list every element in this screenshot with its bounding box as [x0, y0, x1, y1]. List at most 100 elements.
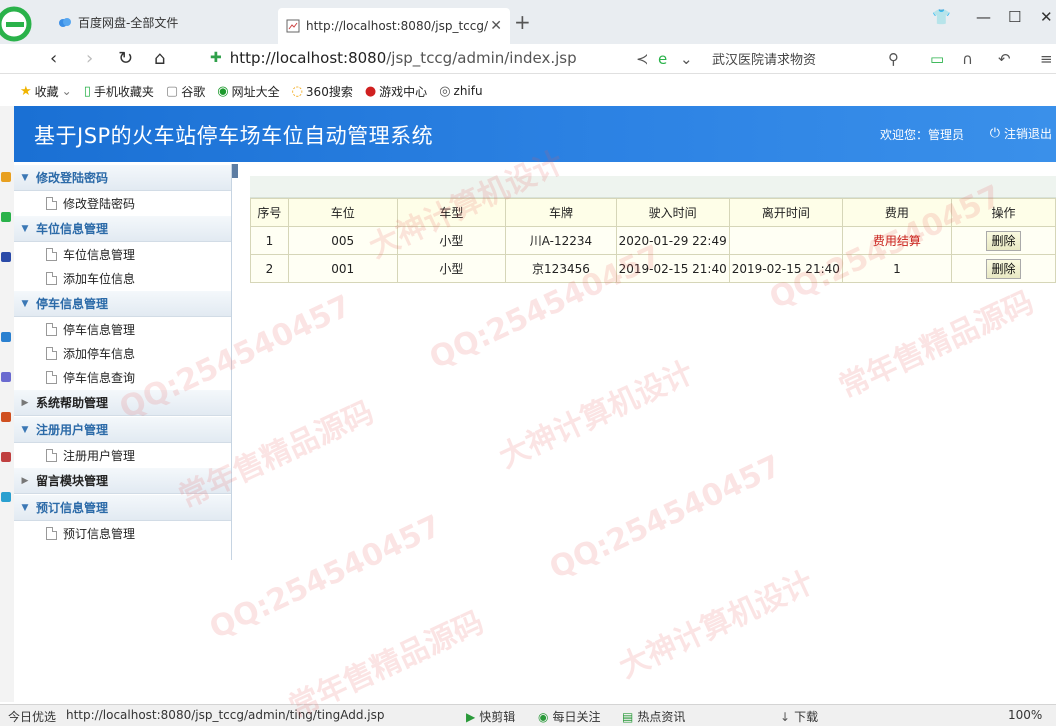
document-icon	[46, 322, 57, 336]
search-input[interactable]: 武汉医院请求物资	[712, 46, 912, 70]
close-icon[interactable]: ✕	[490, 18, 502, 34]
cell-plate: 京123456	[505, 254, 617, 283]
cell-in-time: 2019-02-15 21:40	[615, 254, 730, 283]
tab-localhost[interactable]: http://localhost:8080/jsp_tccg/ ✕	[278, 8, 510, 44]
tab-label: 百度网盘-全部文件	[78, 15, 179, 30]
menu-group-booking[interactable]: ▼ 预订信息管理	[14, 494, 231, 521]
cell-fee: 费用结算	[841, 226, 952, 255]
news-icon: ▤	[622, 709, 634, 724]
menu-group-messages[interactable]: ▶ 留言模块管理	[14, 467, 231, 494]
document-icon	[46, 196, 57, 210]
cell-no: 2	[250, 254, 289, 283]
quick-clip-button[interactable]: ▶ 快剪辑	[466, 708, 515, 725]
chevron-down-icon[interactable]: ⌄	[680, 50, 693, 68]
menu-group-help[interactable]: ▶ 系统帮助管理	[14, 389, 231, 416]
tab-baidu-pan[interactable]: 百度网盘-全部文件	[50, 8, 276, 36]
menu-group-label: 车位信息管理	[36, 222, 109, 236]
engine-icon[interactable]: e	[658, 50, 667, 68]
new-tab-icon[interactable]: +	[514, 10, 531, 34]
bookmark-zhifu[interactable]: ◎ zhifu	[439, 84, 482, 99]
cell-plate: 川A-12234	[505, 226, 617, 255]
forward-icon[interactable]: ›	[86, 48, 93, 69]
menu-group-label: 修改登陆密码	[36, 171, 109, 185]
tab-label: http://localhost:8080/jsp_tccg/	[306, 19, 489, 33]
url-input[interactable]: ✚ http://localhost:8080/jsp_tccg/admin/i…	[210, 46, 630, 70]
menu-item-parking-add[interactable]: 添加停车信息	[14, 341, 231, 365]
zoom-level[interactable]: 100%	[1008, 708, 1042, 722]
app-icon[interactable]	[1, 372, 11, 382]
menu-item-space-manage[interactable]: 车位信息管理	[14, 242, 231, 266]
delete-button[interactable]: 删除	[986, 230, 1021, 251]
cell-action: 删除	[950, 254, 1056, 283]
home-icon[interactable]: ⌂	[154, 48, 165, 69]
browser-side-strip	[0, 106, 14, 702]
daily-focus-button[interactable]: ◉ 每日关注	[538, 708, 601, 725]
menu-item-users-manage[interactable]: 注册用户管理	[14, 443, 231, 467]
address-bar: ‹ › ↻ ⌂ ✚ http://localhost:8080/jsp_tccg…	[0, 44, 1056, 74]
bookmark-favorites[interactable]: ★ 收藏 ⌄	[20, 83, 72, 100]
menu-group-parking-info[interactable]: ▼ 停车信息管理	[14, 290, 231, 317]
menu-item-space-add[interactable]: 添加车位信息	[14, 266, 231, 290]
table-row: 1 005 小型 川A-12234 2020-01-29 22:49 费用结算 …	[250, 226, 1056, 255]
search-icon[interactable]: ⚲	[888, 50, 899, 68]
content-toolbar	[250, 176, 1056, 198]
maximize-icon[interactable]: ☐	[1008, 8, 1021, 26]
menu-item-parking-manage[interactable]: 停车信息管理	[14, 317, 231, 341]
col-header: 驶入时间	[615, 198, 730, 227]
menu-item-parking-query[interactable]: 停车信息查询	[14, 365, 231, 389]
triangle-down-icon: ▼	[21, 298, 29, 309]
menu-group-parking-space[interactable]: ▼ 车位信息管理	[14, 215, 231, 242]
globe-icon: ◉	[217, 83, 229, 99]
cloud-icon	[58, 15, 72, 29]
menu-group-users[interactable]: ▼ 注册用户管理	[14, 416, 231, 443]
bookmark-hao[interactable]: ◉ 网址大全	[217, 83, 279, 100]
undo-icon[interactable]: ↶	[998, 50, 1011, 68]
bookmark-mobile[interactable]: ▯ 手机收藏夹	[84, 83, 154, 100]
logout-button[interactable]: ⏻ 注销退出	[990, 125, 1052, 142]
zoom-text: 100%	[1008, 708, 1043, 722]
app-icon[interactable]	[1, 212, 11, 222]
menu-group-password[interactable]: ▼ 修改登陆密码	[14, 164, 231, 191]
shirt-icon[interactable]: 👕	[932, 8, 951, 26]
menu-item-booking-manage[interactable]: 预订信息管理	[14, 521, 231, 545]
today-picks-link[interactable]: 今日优选	[8, 708, 56, 725]
menu-icon[interactable]: ≡	[1040, 50, 1053, 68]
menu-item-change-password[interactable]: 修改登陆密码	[14, 191, 231, 215]
col-header: 车牌	[505, 198, 617, 227]
status-label: 每日关注	[552, 710, 601, 724]
app-icon[interactable]	[1, 252, 11, 262]
app-icon[interactable]	[1, 332, 11, 342]
app-icon[interactable]	[1, 452, 11, 462]
power-icon: ⏻	[989, 126, 1000, 141]
browser-logo-icon[interactable]	[0, 4, 36, 44]
window-close-icon[interactable]: ✕	[1040, 8, 1053, 26]
headphones-icon[interactable]: ∩	[962, 50, 973, 68]
bookmark-label: 网址大全	[231, 84, 280, 99]
col-header: 操作	[950, 198, 1056, 227]
refresh-icon[interactable]: ↻	[118, 48, 133, 69]
app-icon[interactable]	[1, 492, 11, 502]
cell-no: 1	[250, 226, 289, 255]
app-icon[interactable]	[1, 412, 11, 422]
status-url-text: http://localhost:8080/jsp_tccg/admin/tin…	[66, 708, 385, 722]
bookmark-google[interactable]: ▢ 谷歌	[166, 83, 205, 100]
triangle-down-icon: ▼	[21, 172, 29, 183]
table-row: 2 001 小型 京123456 2019-02-15 21:40 2019-0…	[250, 254, 1056, 283]
menu-item-label: 修改登陆密码	[63, 196, 136, 211]
cell-space: 005	[287, 226, 398, 255]
share-icon[interactable]: ≺	[636, 50, 649, 68]
back-icon[interactable]: ‹	[50, 48, 57, 69]
bookmark-games[interactable]: ● 游戏中心	[365, 83, 427, 100]
cell-type: 小型	[396, 226, 507, 255]
fee-settle-link[interactable]: 费用结算	[873, 234, 921, 248]
parking-table: 序号 车位 车型 车牌 驶入时间 离开时间 费用 操作 1 005 小型 川A-…	[250, 198, 1056, 283]
download-button[interactable]: ↓ 下载	[780, 708, 818, 725]
app-icon[interactable]	[1, 172, 11, 182]
battery-icon[interactable]: ▭	[930, 50, 944, 68]
triangle-down-icon: ▼	[21, 223, 29, 234]
minimize-icon[interactable]: —	[976, 8, 991, 26]
delete-button[interactable]: 删除	[986, 258, 1021, 279]
hot-news-button[interactable]: ▤ 热点资讯	[622, 708, 685, 725]
bookmark-label: 360搜索	[305, 84, 353, 99]
bookmark-360[interactable]: ◌ 360搜索	[292, 83, 353, 100]
